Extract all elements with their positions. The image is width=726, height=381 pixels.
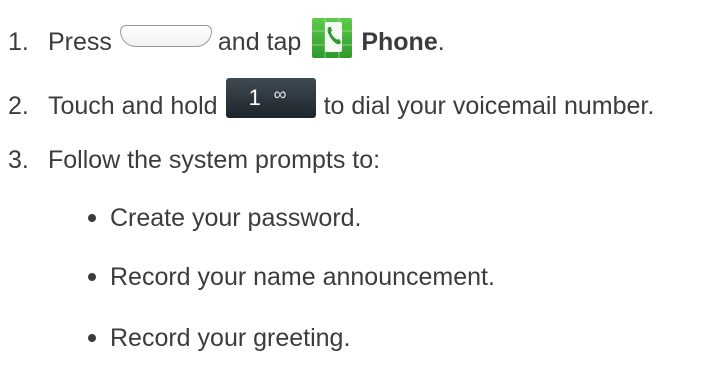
step-1: 1. Press and tap Phone . bbox=[0, 18, 445, 62]
bullet-dot bbox=[88, 334, 96, 342]
step-text: Press bbox=[48, 27, 112, 56]
step-text-end: . bbox=[437, 27, 445, 56]
bullet-text: Record your name announcement. bbox=[110, 262, 495, 291]
step-2: 2. Touch and hold 1 ∞ to dial your voice… bbox=[0, 78, 655, 126]
bullet-text: Create your password. bbox=[110, 203, 362, 232]
step-3: 3. Follow the system prompts to: bbox=[0, 140, 380, 180]
bullet-item: Create your password. bbox=[88, 198, 362, 238]
voicemail-symbol: ∞ bbox=[273, 84, 287, 104]
key-digit: 1 bbox=[248, 85, 261, 110]
phone-app-label: Phone bbox=[361, 27, 438, 56]
bullet-text: Record your greeting. bbox=[110, 323, 351, 352]
step-text: to dial your voicemail number. bbox=[323, 91, 655, 120]
step-number: 3. bbox=[8, 145, 29, 174]
bullet-dot bbox=[88, 214, 96, 222]
step-text: and tap bbox=[217, 27, 302, 56]
voicemail-key-icon: 1 ∞ bbox=[225, 78, 316, 118]
step-number: 2. bbox=[8, 91, 29, 120]
step-number: 1. bbox=[8, 27, 29, 56]
home-key-icon bbox=[119, 25, 212, 47]
bullet-item: Record your name announcement. bbox=[88, 257, 495, 297]
step-text: Touch and hold bbox=[48, 91, 218, 120]
bullet-dot bbox=[88, 273, 96, 281]
phone-app-icon bbox=[311, 17, 353, 59]
step-text: Follow the system prompts to: bbox=[48, 145, 381, 174]
bullet-item: Record your greeting. bbox=[88, 318, 350, 358]
